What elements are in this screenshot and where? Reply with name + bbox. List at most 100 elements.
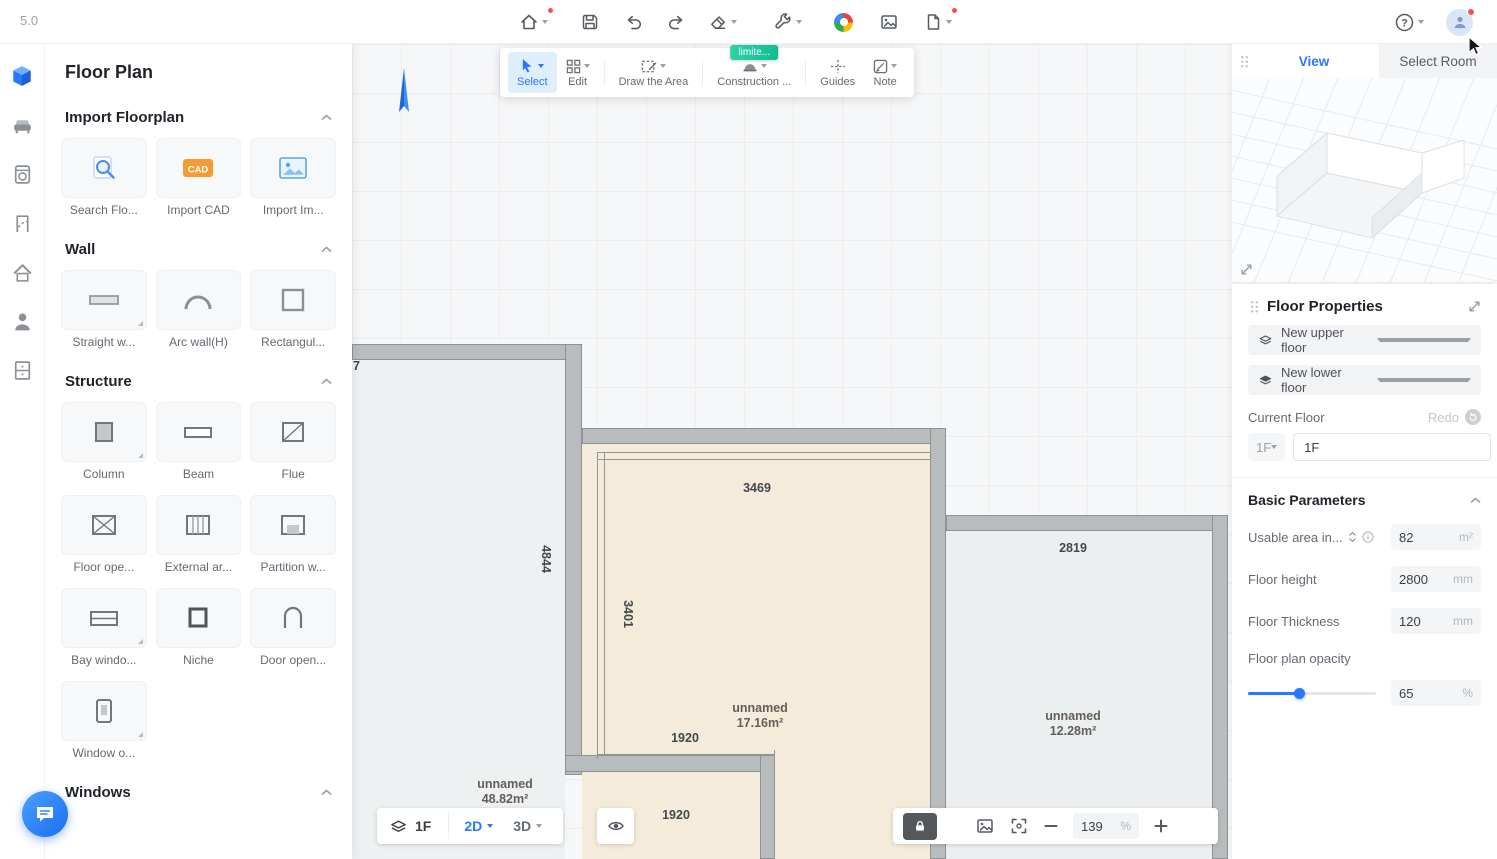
lock-button[interactable] <box>903 813 937 840</box>
background-image-button[interactable] <box>975 816 995 836</box>
zoom-level-field[interactable]: % <box>1073 813 1139 839</box>
rail-item-furniture[interactable] <box>3 105 41 145</box>
usable-area-field[interactable]: m² <box>1391 524 1481 550</box>
fit-to-screen-button[interactable] <box>1009 816 1029 836</box>
mode-2d-button[interactable]: 2D <box>454 818 503 834</box>
card-straight-wall[interactable]: Straight w... <box>61 270 147 349</box>
tool-select[interactable]: Select <box>508 52 557 93</box>
card-external-area[interactable]: External ar... <box>156 495 242 574</box>
tool-guides[interactable]: Guides <box>811 52 864 93</box>
rail-item-people[interactable] <box>3 301 41 341</box>
tab-select-room[interactable]: Select Room <box>1379 44 1497 78</box>
section-structure[interactable]: Structure <box>61 373 336 390</box>
rail-item-doors-windows[interactable] <box>3 203 41 243</box>
floor-thickness-field[interactable]: mm <box>1391 608 1481 634</box>
card-rectangular-room[interactable]: Rectangul... <box>250 270 336 349</box>
resize-handle-icon[interactable] <box>1240 263 1253 276</box>
chevron-up-icon[interactable] <box>321 378 332 385</box>
save-button[interactable] <box>576 8 604 36</box>
card-door-opening[interactable]: Door open... <box>250 588 336 667</box>
card-floor-opening[interactable]: Floor ope... <box>61 495 147 574</box>
expand-panel-icon[interactable] <box>1468 300 1481 313</box>
drag-handle-icon[interactable] <box>1250 300 1259 313</box>
rail-item-floorplan[interactable] <box>3 56 41 96</box>
rail-item-storage[interactable] <box>3 350 41 390</box>
tools-button[interactable] <box>769 8 806 36</box>
drag-handle-icon[interactable] <box>1240 55 1249 68</box>
render-button[interactable] <box>830 9 857 36</box>
chevron-up-icon[interactable] <box>321 246 332 253</box>
wall-top-middle[interactable] <box>582 428 946 444</box>
floor-height-field[interactable]: mm <box>1391 566 1481 592</box>
floor-name-input[interactable] <box>1293 433 1491 461</box>
wall-top-left[interactable] <box>352 344 582 360</box>
tool-construction[interactable]: limite... Construction ... <box>708 52 800 93</box>
document-button[interactable] <box>919 8 956 36</box>
card-flue[interactable]: Flue <box>250 402 336 481</box>
card-niche[interactable]: Niche <box>156 588 242 667</box>
floor-thickness-input[interactable] <box>1399 614 1453 629</box>
card-import-cad[interactable]: CAD Import CAD <box>156 138 242 217</box>
visibility-button[interactable] <box>597 808 634 844</box>
tool-edit[interactable]: Edit <box>557 52 599 93</box>
card-beam[interactable]: Beam <box>156 402 242 481</box>
home-button[interactable] <box>515 8 552 36</box>
chevron-up-icon[interactable] <box>1470 497 1481 504</box>
card-column[interactable]: Column <box>61 402 147 481</box>
dimension-label[interactable]: 3469 <box>732 481 782 495</box>
opacity-slider[interactable] <box>1248 687 1376 699</box>
rail-item-appliances[interactable] <box>3 154 41 194</box>
rail-item-roof[interactable] <box>3 252 41 292</box>
wall-vertical-middle[interactable] <box>930 428 946 859</box>
section-windows[interactable]: Windows <box>61 784 336 801</box>
stepper-icon[interactable] <box>1348 531 1357 543</box>
dimension-label[interactable]: 3401 <box>621 600 635 628</box>
tool-note[interactable]: Note <box>864 52 906 93</box>
floor-select-dropdown[interactable]: 1F <box>1248 433 1285 461</box>
chevron-up-icon[interactable] <box>321 789 332 796</box>
floor-height-input[interactable] <box>1399 572 1453 587</box>
card-search-floorplan[interactable]: Search Flo... <box>61 138 147 217</box>
tab-view[interactable]: View <box>1249 44 1379 78</box>
mode-3d-button[interactable]: 3D <box>503 818 552 834</box>
redo-button[interactable]: Redo <box>1428 409 1481 425</box>
wall-vertical-left[interactable] <box>565 344 582 775</box>
image-gallery-button[interactable] <box>875 8 903 36</box>
section-wall[interactable]: Wall <box>61 241 336 258</box>
card-bay-window[interactable]: Bay windo... <box>61 588 147 667</box>
card-arc-wall[interactable]: Arc wall(H) <box>156 270 242 349</box>
dimension-label[interactable]: 1920 <box>660 731 710 745</box>
chat-support-button[interactable] <box>22 791 68 837</box>
3d-preview[interactable] <box>1232 78 1497 282</box>
account-button[interactable] <box>1442 5 1477 40</box>
redo-button[interactable] <box>662 8 690 36</box>
undo-button[interactable] <box>620 8 648 36</box>
usable-area-input[interactable] <box>1399 530 1459 545</box>
zoom-out-button[interactable] <box>1043 818 1059 834</box>
card-window-opening[interactable]: Window o... <box>61 681 147 760</box>
dimension-label[interactable]: 7 <box>353 359 360 373</box>
card-import-image[interactable]: Import Im... <box>250 138 336 217</box>
zoom-input[interactable] <box>1081 819 1115 834</box>
opacity-input[interactable] <box>1399 686 1462 701</box>
room-middle[interactable] <box>582 444 930 859</box>
tool-draw-the-area[interactable]: Draw the Area <box>610 52 698 93</box>
zoom-in-button[interactable] <box>1153 818 1169 834</box>
section-import-floorplan[interactable]: Import Floorplan <box>61 109 336 126</box>
dimension-label[interactable]: 2819 <box>1048 541 1098 555</box>
wall-vertical-bottom[interactable] <box>760 755 775 859</box>
new-lower-floor-button[interactable]: New lower floor <box>1248 365 1481 395</box>
chevron-up-icon[interactable] <box>321 114 332 121</box>
wall-top-right[interactable] <box>946 515 1228 531</box>
basic-parameters-header[interactable]: Basic Parameters <box>1232 478 1497 508</box>
info-icon[interactable] <box>1362 531 1374 543</box>
new-upper-floor-button[interactable]: New upper floor <box>1248 325 1481 355</box>
floor-selector[interactable]: 1F <box>377 817 443 836</box>
slider-handle[interactable] <box>1294 688 1305 699</box>
opacity-field[interactable]: % <box>1391 680 1481 706</box>
help-button[interactable]: ? <box>1390 8 1428 37</box>
dimension-label[interactable]: 1920 <box>651 808 701 822</box>
dimension-label[interactable]: 4844 <box>539 545 553 573</box>
eraser-button[interactable] <box>704 8 741 36</box>
card-partition-wall[interactable]: Partition w... <box>250 495 336 574</box>
